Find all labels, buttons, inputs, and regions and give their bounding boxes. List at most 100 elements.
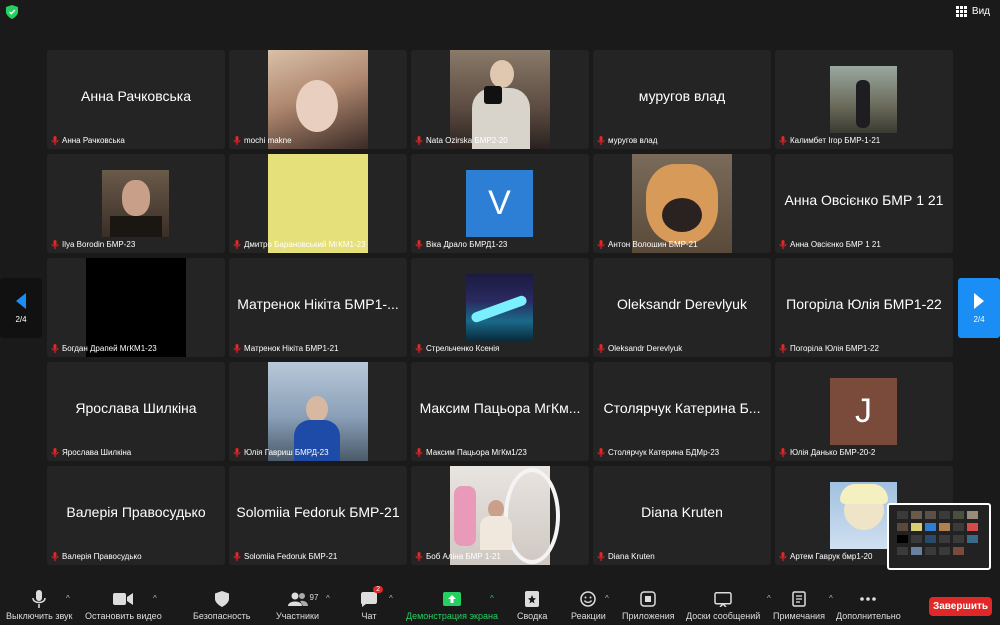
stop-video-label: Остановить видео <box>85 611 162 621</box>
participant-name: Боб Аліна БМР 1-21 <box>426 552 501 561</box>
stop-video-button[interactable]: Остановить видео <box>85 590 162 621</box>
message-boards-button[interactable]: Доски сообщений <box>686 590 760 621</box>
participant-tile[interactable]: Oleksandr Derevlyuk Oleksandr Derevlyuk <box>593 258 771 357</box>
participant-name: Diana Kruten <box>608 552 655 561</box>
camera-blob <box>484 86 502 104</box>
participant-tile[interactable]: Валерія Правосудько Валерія Правосудько <box>47 466 225 565</box>
participant-tile[interactable]: Столярчук Катерина Б... Столярчук Катери… <box>593 362 771 461</box>
microphone-icon <box>32 590 46 608</box>
mini-tile <box>939 547 950 555</box>
participant-display-name: Oleksandr Derevlyuk <box>617 296 747 312</box>
participant-label: Анна Рачковська <box>51 136 125 145</box>
participant-video <box>450 466 560 565</box>
mini-tile <box>939 535 950 543</box>
reactions-options-chevron-icon[interactable]: ^ <box>605 594 609 603</box>
mini-tile <box>953 535 964 543</box>
participant-name: Богдан Драпей МгКМ1-23 <box>62 344 157 353</box>
notes-options-chevron-icon[interactable]: ^ <box>829 594 833 603</box>
mini-tile <box>925 535 936 543</box>
mic-muted-icon <box>415 552 423 561</box>
mic-muted-icon <box>51 344 59 353</box>
summary-label: Сводка <box>517 611 548 621</box>
mic-muted-icon <box>233 344 241 353</box>
mic-muted-icon <box>779 136 787 145</box>
participant-tile[interactable]: Калимбет Ігор БМР-1-21 <box>775 50 953 149</box>
participant-label: Антон Волошин БМР-21 <box>597 240 698 249</box>
participant-tile[interactable]: Дмитро Барановський МгКМ1-23 <box>229 154 407 253</box>
next-page-button[interactable]: 2/4 <box>958 278 1000 338</box>
participant-tile[interactable]: Максим Пацьора МгКм... Максим Пацьора Мг… <box>411 362 589 461</box>
audio-options-chevron-icon[interactable]: ^ <box>66 594 70 603</box>
participant-tile[interactable]: Стрельченко Ксенія <box>411 258 589 357</box>
meeting-toolbar: Выключить звук ^ Остановить видео ^ Безо… <box>0 586 1000 625</box>
participant-tile[interactable]: Боб Аліна БМР 1-21 <box>411 466 589 565</box>
mini-tile <box>925 523 936 531</box>
share-screen-button[interactable]: Демонстрация экрана <box>406 590 498 621</box>
apps-icon <box>640 590 657 608</box>
participant-tile[interactable]: mochi makne <box>229 50 407 149</box>
view-label: Вид <box>971 6 990 17</box>
mic-muted-icon <box>51 240 59 249</box>
participant-tile[interactable]: Ярослава Шилкіна Ярослава Шилкіна <box>47 362 225 461</box>
mute-button[interactable]: Выключить звук <box>6 590 73 621</box>
participant-name: Калимбет Ігор БМР-1-21 <box>790 136 881 145</box>
chat-button[interactable]: 2 Чат <box>361 586 383 621</box>
chat-label: Чат <box>361 611 377 621</box>
participant-label: Калимбет Ігор БМР-1-21 <box>779 136 880 145</box>
apps-button[interactable]: Приложения <box>622 590 675 621</box>
participant-tile[interactable]: Solomiia Fedoruk БМР-21 Solomiia Fedoruk… <box>229 466 407 565</box>
end-meeting-button[interactable]: Завершить <box>929 597 992 616</box>
more-dots-icon <box>860 590 877 608</box>
mic-muted-icon <box>415 240 423 249</box>
mic-muted-icon <box>233 240 241 249</box>
chat-options-chevron-icon[interactable]: ^ <box>389 594 393 603</box>
summary-button[interactable]: Сводка <box>517 590 547 621</box>
body-blob <box>480 516 512 550</box>
encryption-shield-icon[interactable] <box>6 5 18 19</box>
participant-name: Юлія Гавриш БМРД-23 <box>244 448 329 457</box>
participant-name: Столярчук Катерина БДМр-23 <box>608 448 720 457</box>
security-shield-icon <box>214 590 229 608</box>
message-boards-label: Доски сообщений <box>686 611 761 621</box>
participant-tile[interactable]: Матренок Нікіта БМР1-... Матренок Нікіта… <box>229 258 407 357</box>
boards-options-chevron-icon[interactable]: ^ <box>767 594 771 603</box>
participant-tile[interactable]: Антон Волошин БМР-21 <box>593 154 771 253</box>
wave-blob <box>470 294 528 324</box>
participant-display-name: Столярчук Катерина Б... <box>603 400 761 416</box>
participant-display-name: Ярослава Шилкіна <box>75 400 197 416</box>
participant-tile[interactable]: Анна Рачковська Анна Рачковська <box>47 50 225 149</box>
participant-tile[interactable]: Nata Ozirska БМР2-20 <box>411 50 589 149</box>
participant-display-name: Максим Пацьора МгКм... <box>419 400 581 416</box>
view-button[interactable]: Вид <box>955 6 990 17</box>
grid-view-icon <box>955 6 967 17</box>
cartoon-hair-blob <box>840 484 888 504</box>
self-view-thumbnail[interactable] <box>887 503 991 570</box>
participant-name: муругов влад <box>608 136 658 145</box>
more-button[interactable]: Дополнительно <box>836 590 901 621</box>
participant-display-name: Погоріла Юлія БМР1-22 <box>786 296 942 312</box>
video-options-chevron-icon[interactable]: ^ <box>153 594 157 603</box>
share-options-chevron-icon[interactable]: ^ <box>490 594 494 603</box>
mini-tile <box>953 511 964 519</box>
participant-tile[interactable]: V Віка Драло БМРД1-23 <box>411 154 589 253</box>
participant-label: Максим Пацьора МгКм1/23 <box>415 448 527 457</box>
mic-muted-icon <box>233 552 241 561</box>
participants-options-chevron-icon[interactable]: ^ <box>326 594 330 603</box>
participant-tile[interactable]: Diana Kruten Diana Kruten <box>593 466 771 565</box>
participant-tile[interactable]: Анна Овсієнко БМР 1 21 Анна Овсієнко БМР… <box>775 154 953 253</box>
participant-tile[interactable]: J Юлія Данько БМР-20-2 <box>775 362 953 461</box>
security-button[interactable]: Безопасность <box>193 590 250 621</box>
arrow-left-icon <box>16 292 26 309</box>
reactions-button[interactable]: Реакции <box>571 590 606 621</box>
notes-button[interactable]: Примечания <box>773 590 825 621</box>
participant-tile[interactable]: Погоріла Юлія БМР1-22 Погоріла Юлія БМР1… <box>775 258 953 357</box>
prev-page-button[interactable]: 2/4 <box>0 278 42 338</box>
participant-video <box>268 154 368 253</box>
participants-icon: 97 <box>287 590 318 608</box>
participant-tile[interactable]: Ilya Borodin БМР-23 <box>47 154 225 253</box>
participant-tile[interactable]: Богдан Драпей МгКМ1-23 <box>47 258 225 357</box>
participant-tile[interactable]: Юлія Гавриш БМРД-23 <box>229 362 407 461</box>
participants-button[interactable]: 97 Участники <box>276 590 319 621</box>
participant-tile[interactable]: муругов влад муругов влад <box>593 50 771 149</box>
participant-label: Oleksandr Derevlyuk <box>597 344 682 353</box>
